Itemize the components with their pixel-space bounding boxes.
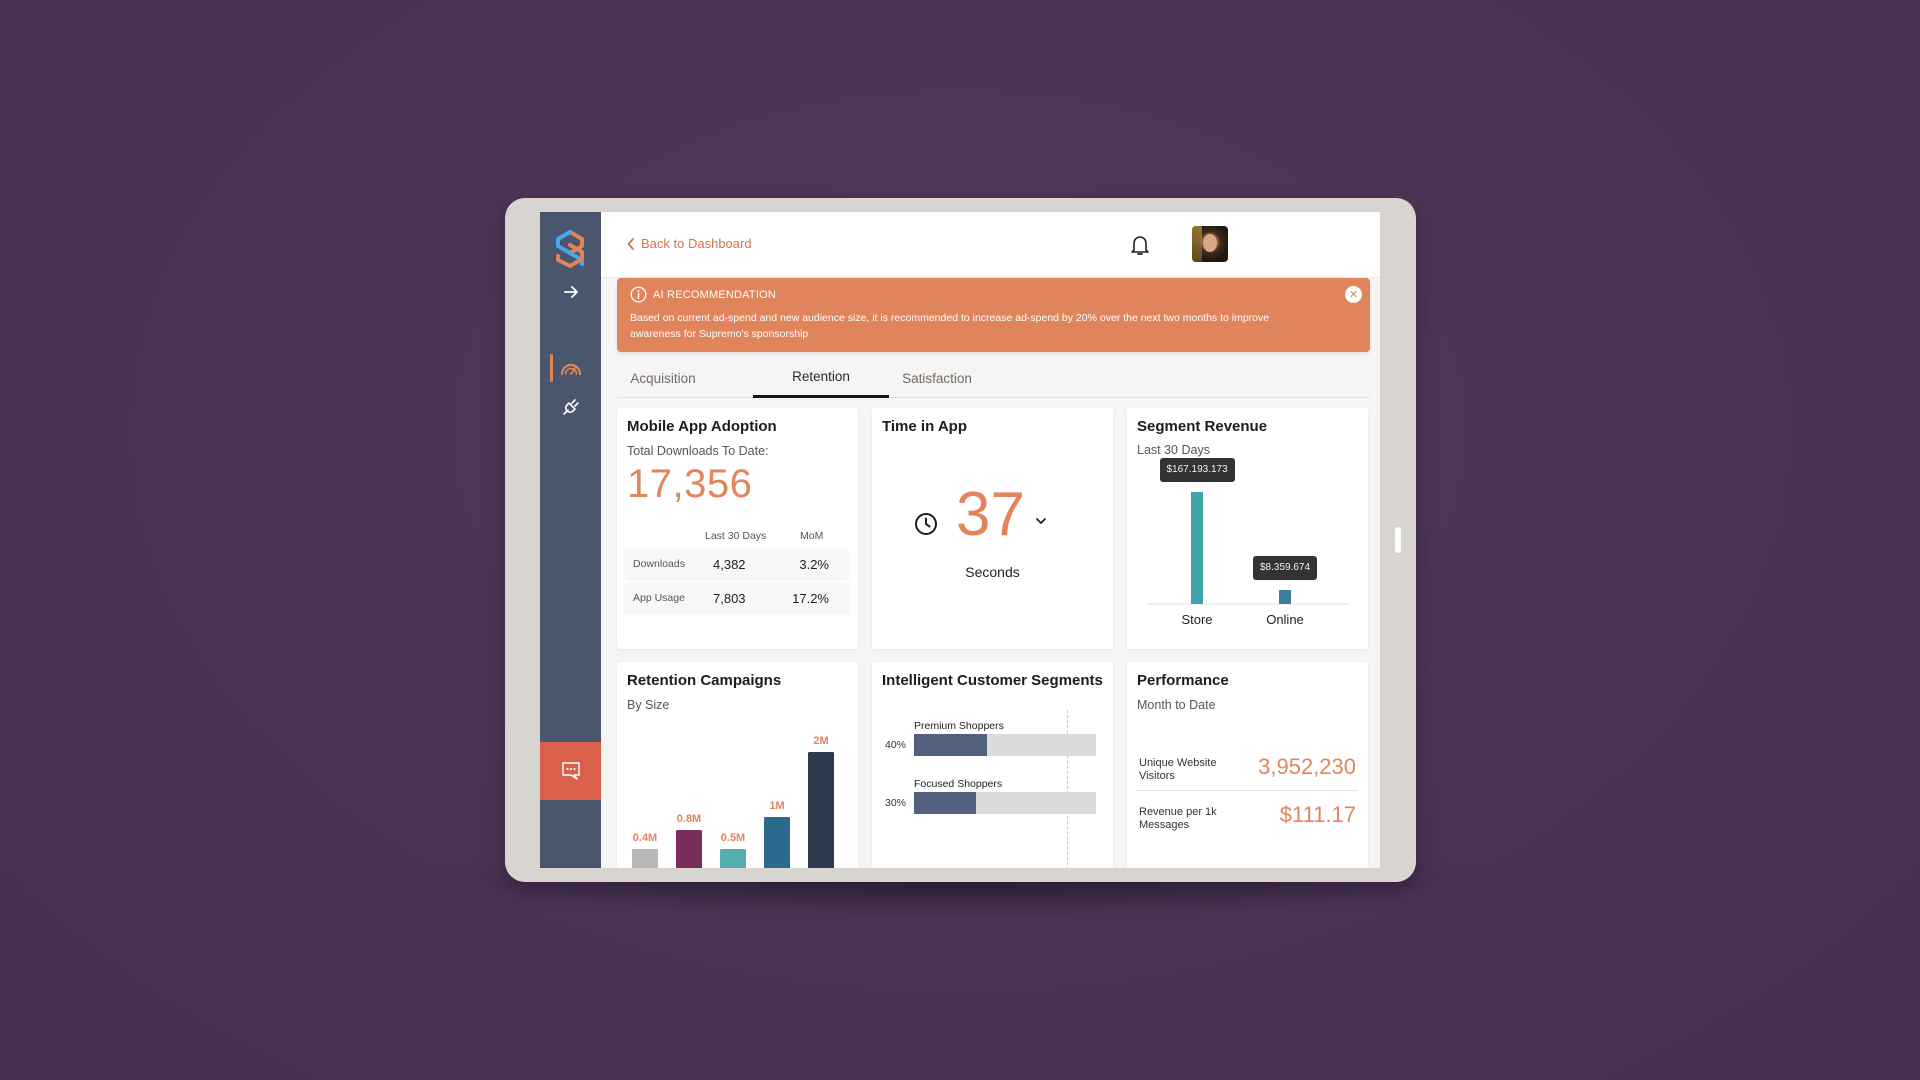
card-subtitle: Month to Date xyxy=(1137,698,1216,712)
close-icon: ✕ xyxy=(1348,289,1359,301)
banner-header: AI RECOMMENDATION xyxy=(630,286,776,303)
column-header-last-30-days: Last 30 Days xyxy=(705,530,767,542)
segment-percent: 30% xyxy=(885,797,907,809)
bar-online[interactable] xyxy=(1279,590,1291,604)
bar-value-label: 0.8M xyxy=(677,813,701,825)
card-subtitle: Total Downloads To Date: xyxy=(627,444,769,458)
main-content: Back to Dashboard AI RECOMMENDATION Base… xyxy=(601,212,1380,868)
metric-label: Unique Website Visitors xyxy=(1139,757,1217,782)
clock-icon xyxy=(915,513,937,535)
tab-satisfaction[interactable]: Satisfaction xyxy=(885,358,989,398)
row-label: Downloads xyxy=(633,558,685,570)
card-title: Time in App xyxy=(882,418,968,435)
segment-name: Focused Shoppers xyxy=(914,778,1003,790)
chat-button[interactable] xyxy=(540,742,601,800)
card-title: Intelligent Customer Segments xyxy=(882,672,1103,689)
campaign-bar[interactable] xyxy=(808,752,834,868)
customer-segments-card: Intelligent Customer Segments Premium Sh… xyxy=(872,662,1113,868)
card-title: Mobile App Adoption xyxy=(627,418,777,435)
retention-campaigns-chart: 0.4M 0.8M 0.5M 1M 2M xyxy=(632,735,834,868)
row-label: App Usage xyxy=(633,592,685,604)
top-header: Back to Dashboard xyxy=(601,212,1380,278)
x-tick-label: Online xyxy=(1266,612,1304,627)
ai-recommendation-banner: AI RECOMMENDATION Based on current ad-sp… xyxy=(617,278,1370,352)
segment-bar-track xyxy=(914,792,1096,814)
back-to-dashboard-link[interactable]: Back to Dashboard xyxy=(627,236,752,251)
bar-value-label: 2M xyxy=(813,735,828,747)
bar-value-label: 0.4M xyxy=(633,832,657,844)
time-in-app-card: Time in App 37 Seconds xyxy=(872,408,1113,649)
time-metric: 37 Seconds xyxy=(872,478,1113,598)
performance-card: Performance Month to Date Unique Website… xyxy=(1127,662,1368,868)
plug-icon xyxy=(562,399,579,415)
sidebar-item-dashboard[interactable] xyxy=(540,351,601,385)
metric-label: Revenue per 1k Messages xyxy=(1139,806,1217,831)
metric-value: $111.17 xyxy=(1279,802,1356,827)
metric-divider xyxy=(1137,790,1358,791)
value-tooltip: $167.193.173 xyxy=(1159,458,1235,482)
arrow-right-icon xyxy=(563,286,578,298)
chat-icon xyxy=(561,762,580,780)
banner-message: Based on current ad-spend and new audien… xyxy=(630,312,1270,340)
table-row: App Usage 7,803 17.2% xyxy=(625,583,849,613)
total-downloads-value: 17,356 xyxy=(627,462,753,506)
campaign-bar[interactable] xyxy=(764,817,790,868)
back-label: Back to Dashboard xyxy=(641,236,752,251)
speedometer-icon xyxy=(560,363,581,376)
sidebar-expand-button[interactable] xyxy=(540,275,601,309)
home-indicator[interactable] xyxy=(1395,527,1401,553)
table-row: Downloads 4,382 3.2% xyxy=(625,549,849,579)
time-unit: Seconds xyxy=(965,564,1020,580)
campaign-bar[interactable] xyxy=(676,830,702,868)
campaign-bar[interactable] xyxy=(720,849,746,868)
user-avatar[interactable] xyxy=(1192,226,1228,262)
time-value: 37 xyxy=(956,480,1025,549)
bar-value-label: 1M xyxy=(769,800,784,812)
retention-campaigns-card: Retention Campaigns By Size 0.4M 0.8M 0.5M… xyxy=(617,662,858,868)
card-title: Performance xyxy=(1137,672,1229,689)
segment-bar-fill xyxy=(914,734,987,756)
campaign-bar[interactable] xyxy=(632,849,658,868)
value-tooltip: $8.359.674 xyxy=(1253,556,1318,580)
banner-title: AI RECOMMENDATION xyxy=(653,288,776,301)
row-last30-value: 7,803 xyxy=(713,591,746,606)
banner-close-button[interactable]: ✕ xyxy=(1345,286,1362,303)
bar-store[interactable] xyxy=(1191,492,1203,604)
tab-bar: Acquisition Retention Satisfaction xyxy=(617,358,1370,398)
chevron-left-icon xyxy=(627,237,634,250)
bar-value-label: 0.5M xyxy=(721,832,745,844)
mobile-app-adoption-card: Mobile App Adoption Total Downloads To D… xyxy=(617,408,858,649)
segment-revenue-card: Segment Revenue Last 30 Days Store Online… xyxy=(1127,408,1368,649)
sidebar-item-integrations[interactable] xyxy=(540,390,601,424)
x-tick-label: Store xyxy=(1181,612,1212,627)
sidebar xyxy=(540,212,601,868)
row-mom-value: 17.2% xyxy=(792,591,829,606)
segment-percent: 40% xyxy=(885,739,907,751)
column-header-mom: MoM xyxy=(800,530,824,542)
segment-bar-fill xyxy=(914,792,976,814)
bell-icon[interactable] xyxy=(1129,233,1151,257)
brand-logo[interactable] xyxy=(548,226,592,270)
chevron-down-icon[interactable] xyxy=(1034,514,1048,528)
segment-bar-track xyxy=(914,734,1096,756)
segment-revenue-chart: Store Online xyxy=(1147,492,1349,627)
app-screen: Back to Dashboard AI RECOMMENDATION Base… xyxy=(540,212,1380,868)
tab-retention[interactable]: Retention xyxy=(753,358,889,398)
row-mom-value: 3.2% xyxy=(799,557,829,572)
tab-acquisition[interactable]: Acquisition xyxy=(617,358,709,398)
row-last30-value: 4,382 xyxy=(713,557,746,572)
metric-value: 3,952,230 xyxy=(1258,754,1356,779)
info-icon xyxy=(630,286,647,303)
segment-name: Premium Shoppers xyxy=(914,720,1004,732)
